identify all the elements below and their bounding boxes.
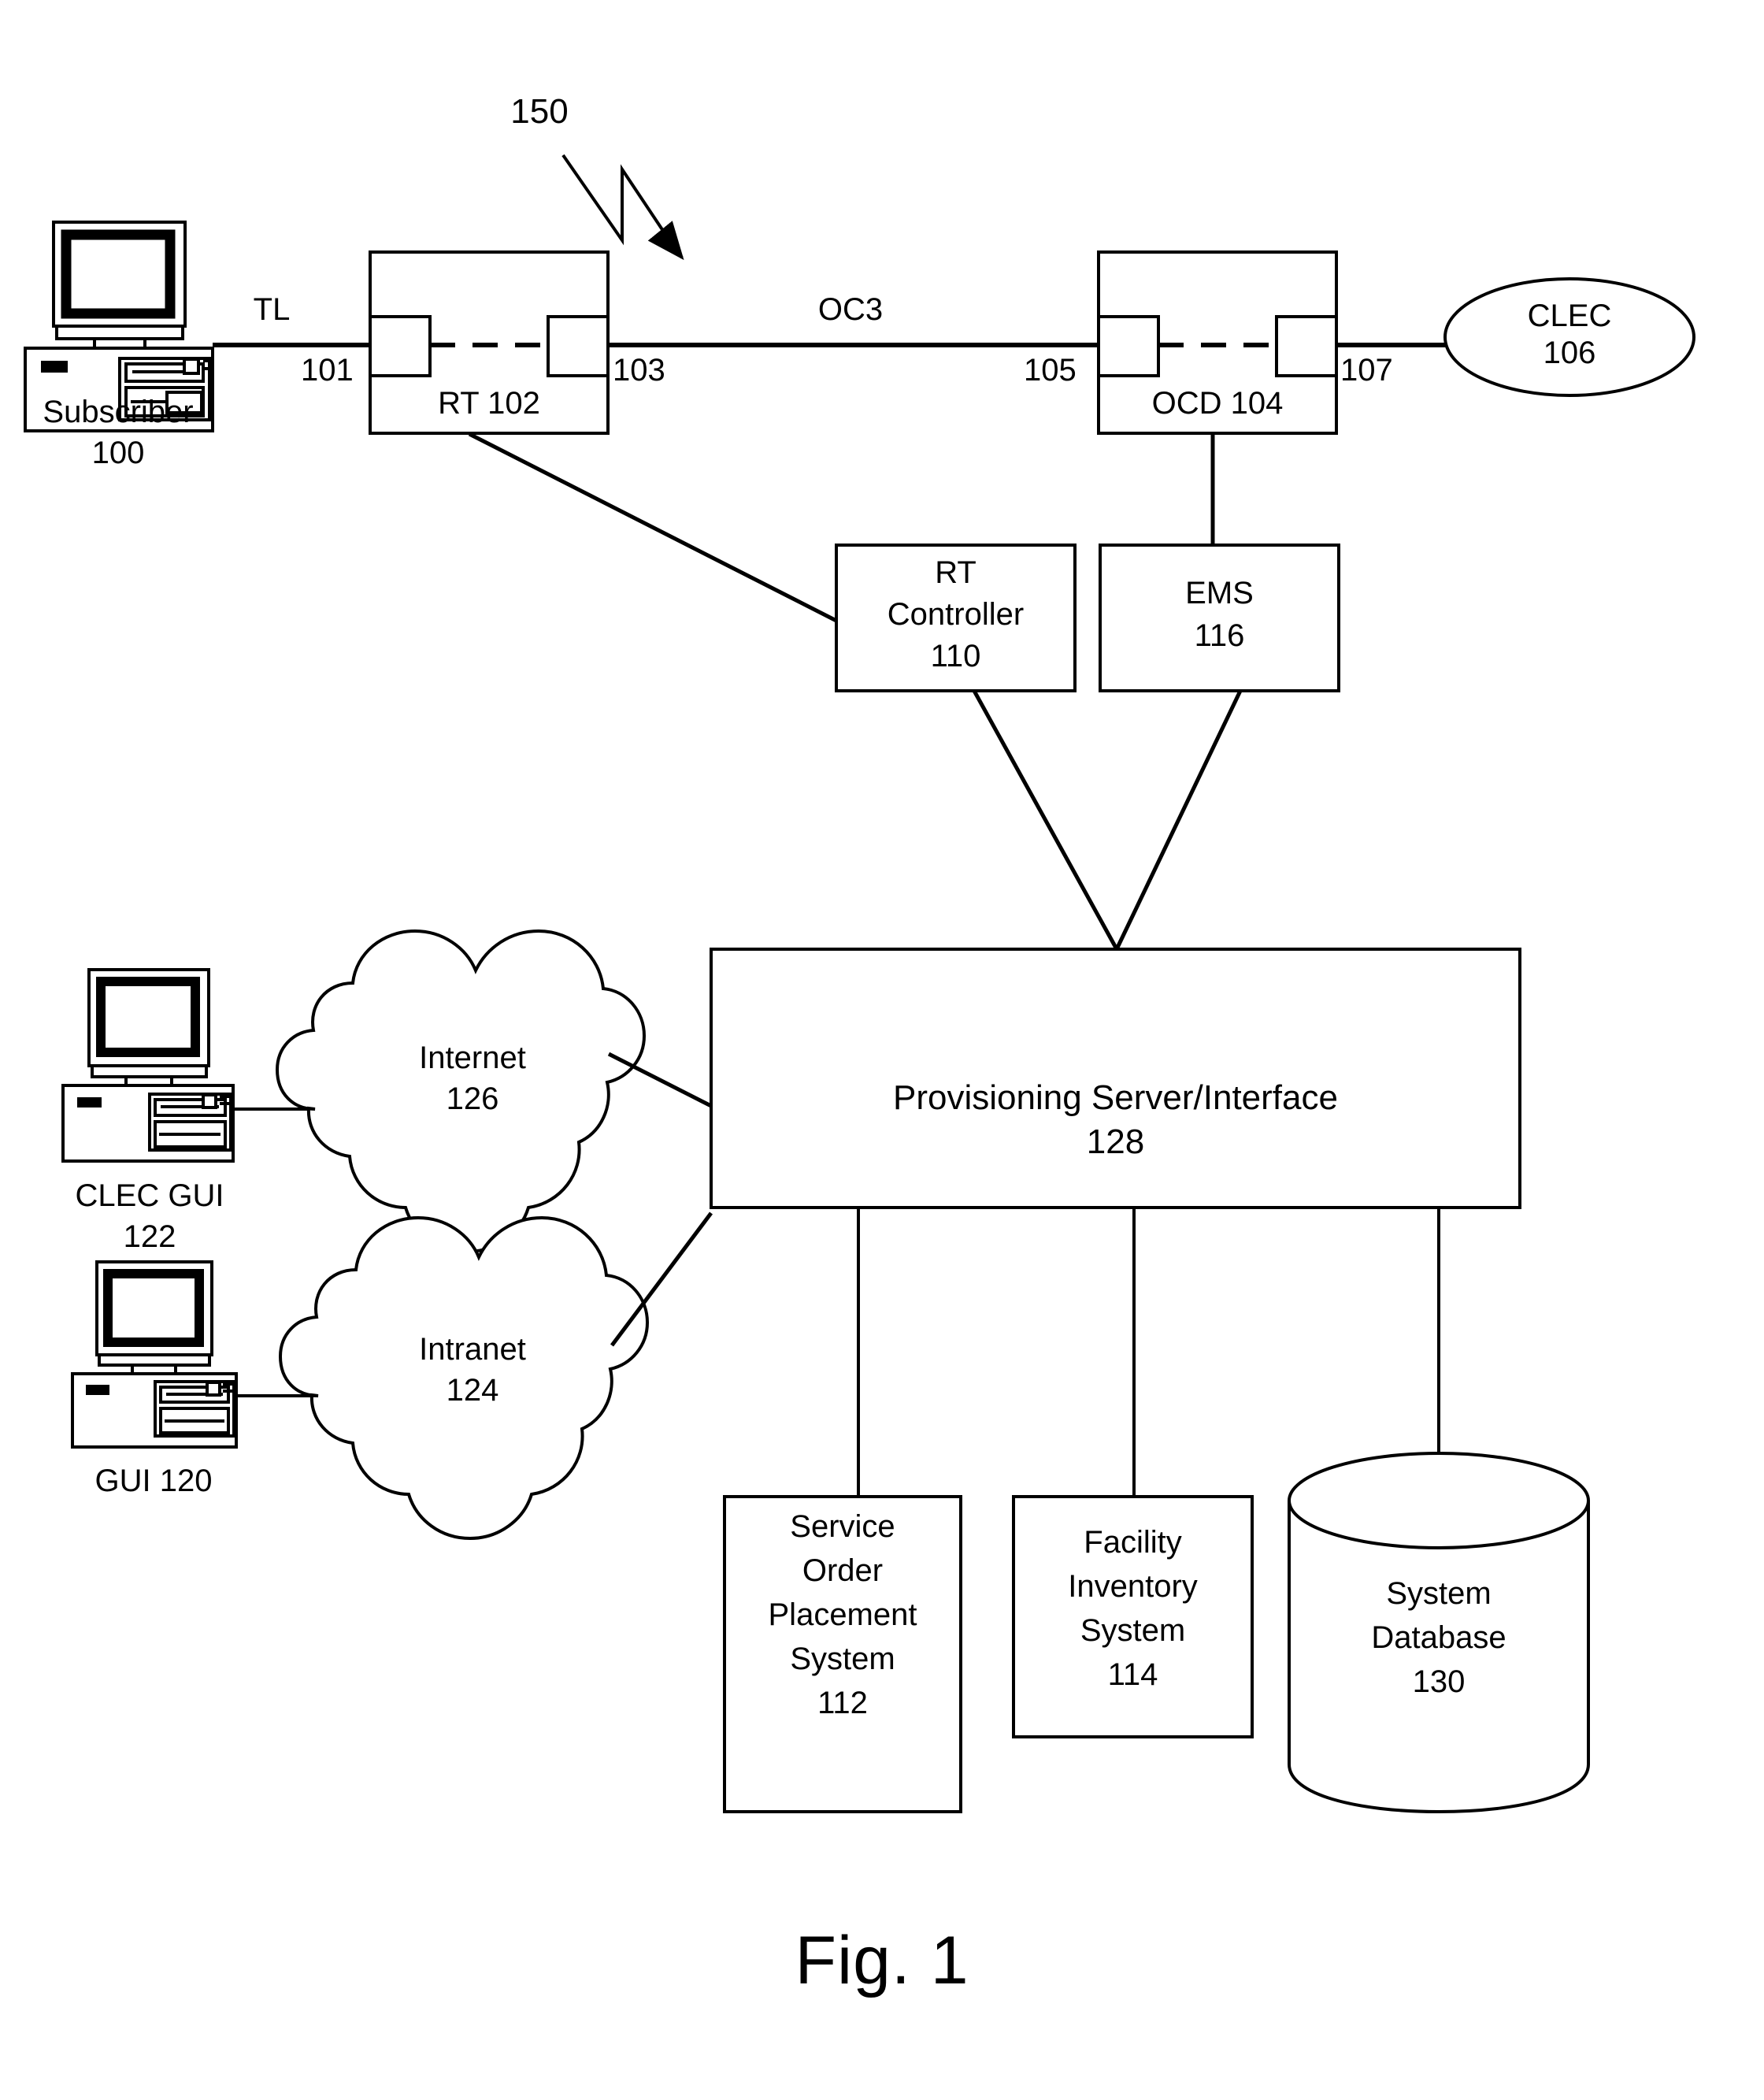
- system-database-line1: System: [1386, 1576, 1492, 1611]
- intranet-ref: 124: [446, 1373, 499, 1408]
- gui-label: GUI 120: [94, 1464, 213, 1498]
- rt-controller-line1: RT: [935, 555, 976, 590]
- internet-ref: 126: [446, 1082, 499, 1116]
- system-database-line2: Database: [1371, 1620, 1506, 1655]
- link-rtcontroller-to-server: [972, 689, 1119, 951]
- clec-gui-label: CLEC GUI: [75, 1178, 224, 1213]
- clec-ref: 106: [1543, 336, 1596, 370]
- intranet-label: Intranet: [419, 1332, 526, 1367]
- facility-inventory-ref: 114: [1107, 1657, 1158, 1692]
- link-intranet-to-server: [610, 1211, 713, 1347]
- reference-150: 150: [510, 92, 569, 131]
- facility-inventory-line3: System: [1080, 1613, 1186, 1648]
- rt-label: RT 102: [438, 386, 540, 421]
- link-label-oc3: OC3: [817, 292, 884, 327]
- rt-controller-line2: Controller: [887, 597, 1025, 632]
- service-order-line4: System: [790, 1642, 895, 1676]
- facility-inventory-line2: Inventory: [1068, 1569, 1198, 1604]
- link-internet-to-server: [607, 1052, 713, 1108]
- facility-inventory-line1: Facility: [1084, 1525, 1182, 1560]
- provisioning-server-ref: 128: [1086, 1122, 1145, 1161]
- ocd-port-107: [1275, 315, 1338, 377]
- link-label-tl: TL: [253, 292, 291, 327]
- patent-figure-1: 150 Subscriber 100 TL 101 103 RT 102 OC3…: [0, 0, 1764, 2100]
- rt-port-101-ref: 101: [301, 353, 354, 388]
- clec-label: CLEC: [1527, 299, 1612, 333]
- ocd-label: OCD 104: [1151, 386, 1284, 421]
- clec-gui-ref: 122: [123, 1219, 176, 1254]
- ocd-port-105-ref: 105: [1024, 353, 1077, 388]
- ems-ref: 116: [1194, 618, 1245, 653]
- ocd-port-107-ref: 107: [1340, 353, 1393, 388]
- subscriber-ref: 100: [91, 436, 145, 470]
- service-order-ref: 112: [817, 1686, 868, 1720]
- rt-port-103-ref: 103: [613, 353, 665, 388]
- rt-controller-ref: 110: [930, 639, 981, 673]
- ocd-port-105: [1097, 315, 1160, 377]
- gui-computer-icon: [71, 1260, 238, 1449]
- system-database-ref: 130: [1412, 1664, 1466, 1699]
- internet-label: Internet: [419, 1041, 526, 1075]
- subscriber-label: Subscriber: [43, 395, 194, 429]
- ems-label: EMS: [1185, 576, 1254, 610]
- figure-caption: Fig. 1: [795, 1923, 969, 1998]
- service-order-line2: Order: [802, 1553, 884, 1588]
- link-rt-to-rtcontroller: [468, 432, 838, 623]
- provisioning-server-label: Provisioning Server/Interface: [893, 1078, 1338, 1117]
- rt-port-101: [369, 315, 432, 377]
- service-order-line3: Placement: [768, 1597, 917, 1632]
- link-ems-to-server: [1114, 689, 1243, 951]
- rt-port-103: [547, 315, 610, 377]
- clec-gui-computer-icon: [61, 968, 235, 1163]
- service-order-line1: Service: [790, 1509, 895, 1544]
- reference-leader-150: [561, 154, 684, 261]
